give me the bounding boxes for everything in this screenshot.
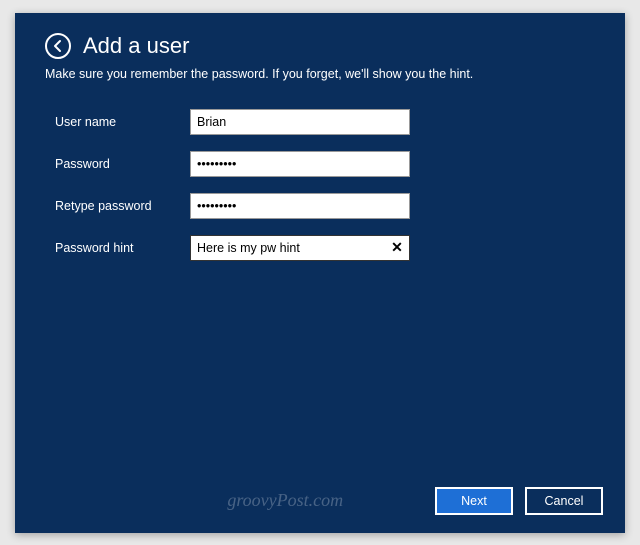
header: Add a user [45,33,595,59]
form: User name Password Retype password Passw… [45,109,595,261]
username-label: User name [55,115,190,129]
hint-row: Password hint ✕ [55,235,595,261]
footer-buttons: Next Cancel [435,487,603,515]
password-input[interactable] [190,151,410,177]
clear-hint-button[interactable]: ✕ [388,239,406,257]
password-hint-input[interactable] [190,235,410,261]
back-button[interactable] [45,33,71,59]
retype-row: Retype password [55,193,595,219]
retype-password-input[interactable] [190,193,410,219]
next-button[interactable]: Next [435,487,513,515]
watermark: groovyPost.com [227,490,343,511]
page-subtitle: Make sure you remember the password. If … [45,67,595,81]
arrow-left-icon [51,39,65,53]
cancel-button-label: Cancel [545,494,584,508]
add-user-window: Add a user Make sure you remember the pa… [15,13,625,533]
hint-input-wrapper: ✕ [190,235,410,261]
next-button-label: Next [461,494,487,508]
retype-label: Retype password [55,199,190,213]
password-label: Password [55,157,190,171]
username-input[interactable] [190,109,410,135]
close-icon: ✕ [391,239,403,256]
password-row: Password [55,151,595,177]
page-title: Add a user [83,33,189,59]
cancel-button[interactable]: Cancel [525,487,603,515]
username-row: User name [55,109,595,135]
hint-label: Password hint [55,241,190,255]
